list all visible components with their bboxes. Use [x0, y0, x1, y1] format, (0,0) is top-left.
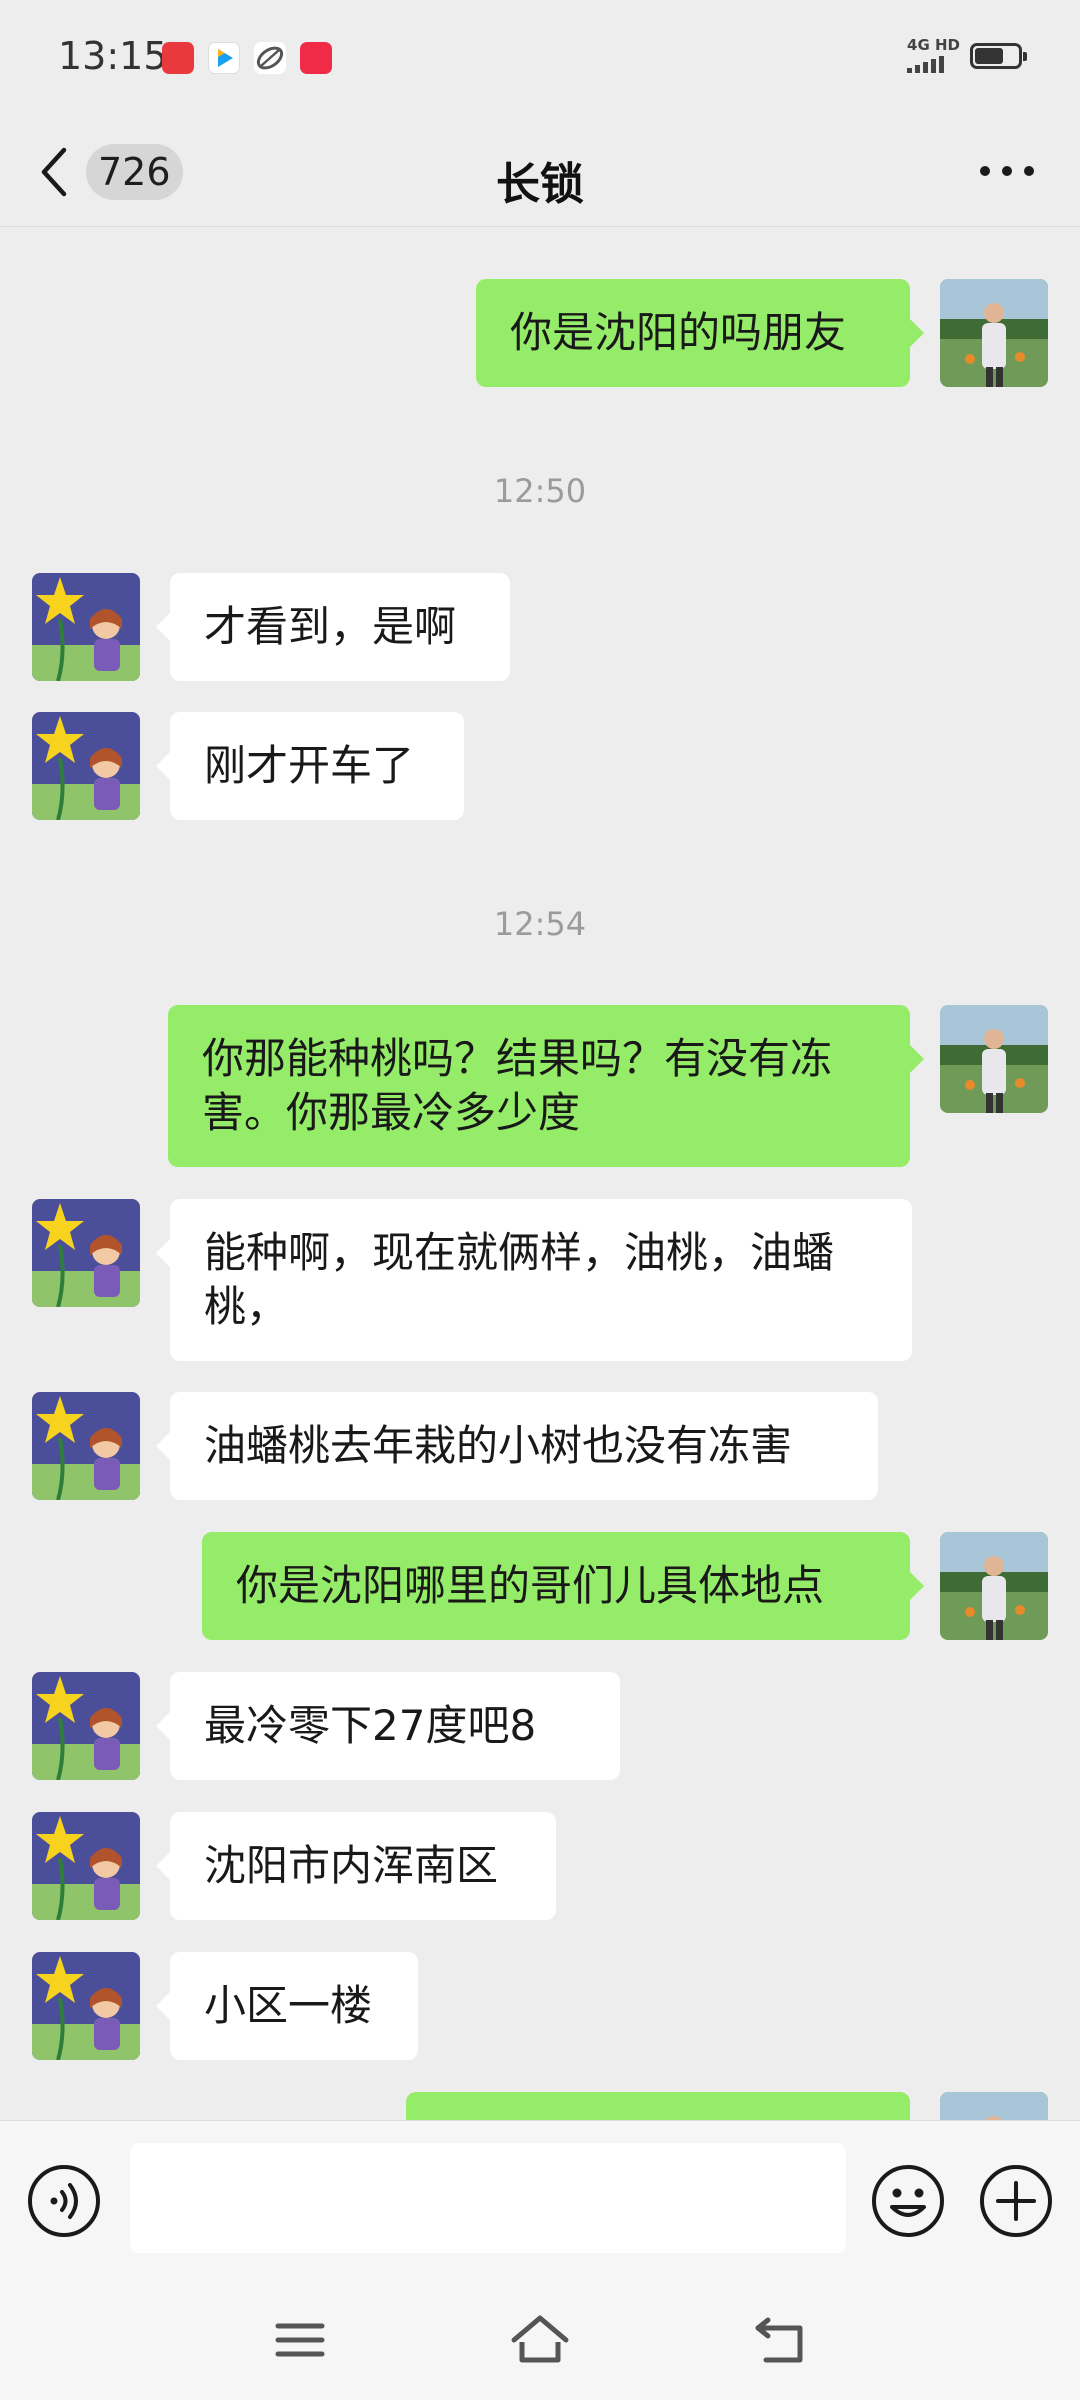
- message-bubble[interactable]: 小区一楼: [156, 1952, 418, 2060]
- input-bar: [0, 2120, 1080, 2281]
- timestamp: 12:54: [493, 905, 587, 943]
- gift-app-icon: [162, 42, 194, 74]
- more-functions-button[interactable]: [978, 2163, 1054, 2239]
- voice-button[interactable]: [26, 2163, 102, 2239]
- status-indicators: 4G HD: [907, 36, 1027, 73]
- recent-apps-button[interactable]: [270, 2312, 330, 2368]
- message-bubble[interactable]: 油蟠桃去年栽的小树也没有冻害: [156, 1392, 878, 1500]
- emoji-button[interactable]: [870, 2163, 946, 2239]
- my-avatar[interactable]: [940, 2092, 1048, 2120]
- battery-icon: [970, 42, 1027, 69]
- contact-avatar[interactable]: [32, 1812, 140, 1920]
- my-avatar[interactable]: [940, 279, 1048, 387]
- status-time: 13:15: [58, 34, 168, 78]
- chat-title: 长锁: [496, 159, 584, 210]
- timestamp: 12:50: [493, 472, 587, 510]
- system-navigation-bar: [0, 2280, 1080, 2400]
- red-app-icon: [300, 42, 332, 74]
- message-bubble[interactable]: 你是沈阳的吗朋友: [476, 279, 924, 387]
- message-bubble[interactable]: 刚才开车了: [156, 712, 464, 820]
- video-app-icon: [208, 42, 240, 74]
- my-avatar[interactable]: [940, 1532, 1048, 1640]
- message-bubble[interactable]: 最冷零下27度吧8: [156, 1672, 620, 1780]
- plus-icon: [980, 2165, 1052, 2237]
- home-button[interactable]: [510, 2312, 570, 2368]
- return-icon: [755, 2317, 803, 2363]
- signal-icon: [907, 55, 945, 73]
- leaf-app-icon: [254, 42, 286, 74]
- network-label: 4G HD: [907, 36, 960, 54]
- contact-avatar[interactable]: [32, 1952, 140, 2060]
- message-bubble[interactable]: 你是沈阳哪里的哥们儿具体地点: [202, 1532, 924, 1640]
- message-input[interactable]: [130, 2143, 846, 2253]
- message-bubble[interactable]: 才看到，是啊: [156, 573, 510, 681]
- message-bubble[interactable]: 你那能种桃吗？结果吗？有没有冻害。你那最冷多少度: [168, 1005, 924, 1167]
- more-dots-icon: [980, 166, 1034, 176]
- contact-avatar[interactable]: [32, 1392, 140, 1500]
- status-bar: 13:15 4G HD: [0, 0, 1080, 120]
- message-list[interactable]: 你是沈阳的吗朋友 12:50 才看到，是啊 刚才开车了 12:54 你那能种桃吗…: [0, 226, 1080, 2120]
- contact-avatar[interactable]: [32, 712, 140, 820]
- message-bubble-partial[interactable]: [406, 2092, 910, 2120]
- back-nav-button[interactable]: [752, 2312, 812, 2368]
- voice-icon: [28, 2165, 100, 2237]
- more-options-button[interactable]: [972, 146, 1042, 196]
- message-bubble[interactable]: 能种啊，现在就俩样，油桃，油蟠桃，: [156, 1199, 912, 1361]
- contact-avatar[interactable]: [32, 1672, 140, 1780]
- menu-icon: [275, 2323, 325, 2357]
- contact-avatar[interactable]: [32, 1199, 140, 1307]
- home-icon: [511, 2315, 569, 2363]
- contact-avatar[interactable]: [32, 573, 140, 681]
- notification-icons: [162, 42, 332, 74]
- message-bubble[interactable]: 沈阳市内浑南区: [156, 1812, 556, 1920]
- emoji-icon: [872, 2165, 944, 2237]
- chat-header: 726 长锁: [0, 120, 1080, 227]
- my-avatar[interactable]: [940, 1005, 1048, 1113]
